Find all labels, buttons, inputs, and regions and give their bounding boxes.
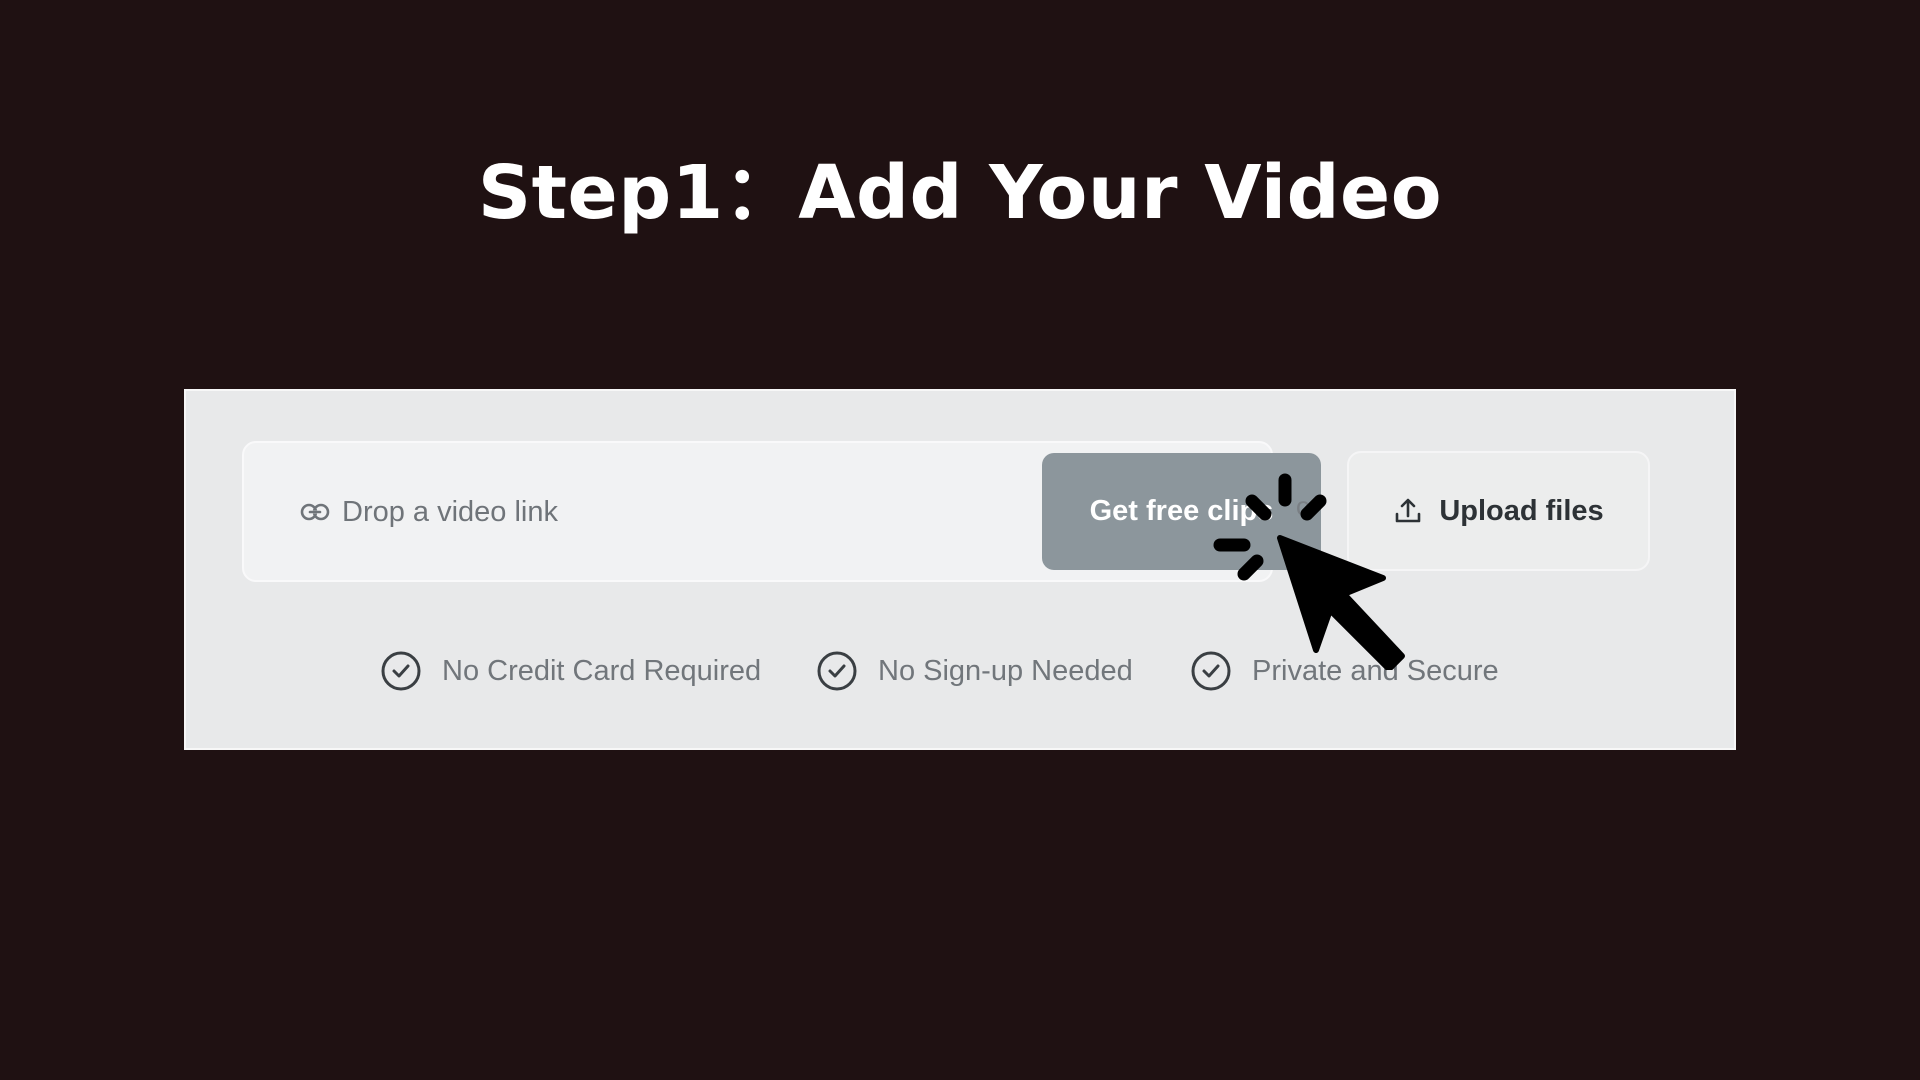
feature-list: No Credit Card Required No Sign-up Neede… [186, 641, 1738, 701]
feature-label: No Sign-up Needed [878, 654, 1133, 687]
page: Step1：Add Your Video Get free clips o Up… [0, 0, 1920, 1080]
check-circle-icon [381, 651, 421, 691]
click-cursor-icon [1213, 473, 1405, 670]
feature-label: No Credit Card Required [442, 654, 762, 687]
upload-files-label: Upload files [1439, 494, 1604, 527]
video-input-panel: Get free clips o Upload files No Credit … [184, 389, 1736, 750]
page-title: Step1：Add Your Video [477, 150, 1443, 236]
feature-item: No Sign-up Needed [816, 641, 1133, 701]
link-input-container[interactable]: Get free clips [242, 441, 1321, 582]
video-link-input[interactable] [342, 483, 962, 541]
link-icon [300, 503, 330, 521]
check-circle-icon [817, 651, 857, 691]
feature-item: No Credit Card Required [380, 641, 761, 701]
